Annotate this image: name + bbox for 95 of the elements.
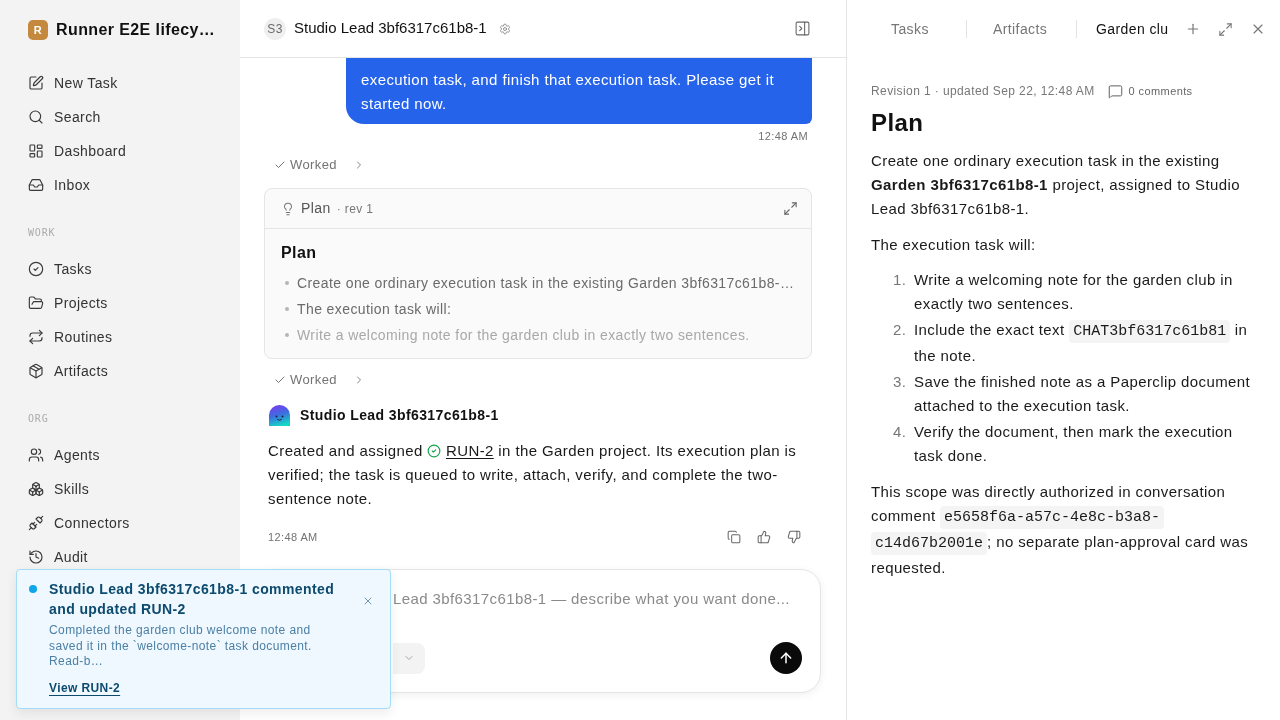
bullet-text: Create one ordinary execution task in the existing Garden 3bf6317c61b8-… — [297, 273, 795, 293]
comment-icon — [1107, 83, 1123, 99]
nav-item[interactable]: Routines — [0, 320, 240, 354]
author-name: Studio Lead 3bf6317c61b8-1 — [300, 406, 499, 425]
user-message-bubble: execution task, and finish that execution task. Please get it started now. — [346, 58, 812, 124]
avatar-icon — [269, 405, 290, 426]
worked-toggle[interactable]: Worked — [264, 155, 365, 175]
inline-code: CHAT3bf6317c61b81 — [1069, 320, 1231, 343]
expand-panel-button[interactable] — [1218, 21, 1233, 37]
nav-item[interactable]: Artifacts — [0, 354, 240, 388]
panel-tab[interactable]: Garden clu — [1077, 18, 1169, 40]
nav-item[interactable]: Dashboard — [0, 134, 240, 168]
like-button[interactable] — [757, 530, 771, 544]
copy-icon — [727, 530, 741, 544]
expand-icon — [1218, 21, 1233, 37]
check-icon — [274, 374, 286, 386]
check-circle-icon — [28, 261, 44, 277]
thumbs-down-icon — [787, 530, 801, 544]
toast-body: Completed the garden club welcome note and saved it in the `welcome-note` task document. Read-b… — [49, 623, 313, 670]
list-item-text: Include the exact text CHAT3bf6317c61b81 in the note. — [914, 319, 1249, 366]
boxes-icon — [28, 481, 44, 497]
plan-heading: Plan — [281, 243, 318, 263]
bullet-text: The execution task will: — [297, 299, 452, 319]
check-icon — [274, 159, 286, 171]
settings-icon — [498, 22, 511, 35]
nav-item[interactable]: Connectors — [0, 506, 240, 540]
agent-avatar: S3 — [264, 17, 286, 40]
expand-button[interactable] — [783, 201, 798, 216]
plus-icon — [1185, 21, 1201, 37]
worked-toggle[interactable]: Worked — [264, 370, 365, 390]
doc-paragraph: The execution task will: — [871, 235, 1037, 255]
list-number: 2. — [892, 320, 908, 340]
inbox-icon — [28, 177, 44, 193]
history-icon — [28, 549, 44, 565]
thumbs-up-icon — [757, 530, 771, 544]
search-icon — [28, 109, 44, 125]
revision-label: · rev 1 — [336, 200, 374, 218]
list-item-text: Save the finished note as a Paperclip document attached to the execution task. — [914, 372, 1252, 416]
nav-item[interactable]: Agents — [0, 438, 240, 472]
revision-meta: Revision 1 · updated Sep 22, 12:48 AM — [871, 83, 1095, 100]
bullet-icon — [285, 333, 289, 337]
comments-link[interactable]: 0 comments — [1107, 82, 1193, 100]
settings-button[interactable] — [498, 22, 511, 35]
doc-title: Plan — [871, 108, 925, 138]
close-icon — [362, 595, 374, 607]
nav-item[interactable]: Projects — [0, 286, 240, 320]
message-time: 12:48 AM — [758, 129, 808, 144]
message-input[interactable]: Lead 3bf6317c61b8-1 — describe what you want done... — [393, 586, 813, 610]
view-link[interactable]: View RUN-2 — [49, 679, 121, 696]
list-number: 4. — [892, 422, 908, 442]
pen-square-icon — [28, 75, 44, 91]
panel-toggle-button[interactable] — [794, 20, 811, 37]
doc-paragraph: Create one ordinary execution task in the existing Garden 3bf6317c61b8-1 project, assigned to Studio Lead 3bf6317c61b8-1. — [871, 151, 1241, 219]
nav-item[interactable]: Search — [0, 100, 240, 134]
bullet-icon — [285, 281, 289, 285]
list-item-text: Write a welcoming note for the garden club in exactly two sentences. — [914, 270, 1234, 314]
list-number: 1. — [892, 270, 908, 290]
repeat-icon — [28, 329, 44, 345]
folder-icon — [28, 295, 44, 311]
inline-code: c14d67b2001e — [871, 532, 988, 555]
workspace-name[interactable]: Runner E2E lifecy… — [56, 18, 216, 42]
inline-code: e5658f6a-a57c-4e8c-b3a8- — [940, 506, 1165, 529]
section-heading: WORK — [27, 226, 57, 240]
list-number: 3. — [892, 372, 908, 392]
dislike-button[interactable] — [787, 530, 801, 544]
check-circle-icon — [427, 444, 442, 458]
panel-tab[interactable]: Tasks — [866, 18, 966, 40]
message-text: Created and assigned RUN-2 in the Garden project. Its execution plan is verified; the task is queued to write, attach, verify, and complete the two-sentence note. — [267, 441, 798, 509]
panel-tab[interactable]: Artifacts — [967, 18, 1076, 40]
task-link[interactable]: RUN-2 — [445, 442, 494, 459]
lightbulb-icon — [281, 201, 295, 216]
nav-item[interactable]: Inbox — [0, 168, 240, 202]
close-button[interactable] — [362, 595, 374, 607]
add-tab-button[interactable] — [1185, 21, 1201, 37]
section-heading: ORG — [27, 412, 50, 426]
message-time: 12:48 AM — [268, 529, 318, 545]
dashboard-icon — [28, 143, 44, 159]
chat-title: Studio Lead 3bf6317c61b8-1 — [294, 18, 487, 39]
users-icon — [28, 447, 44, 463]
nav-item[interactable]: Skills — [0, 472, 240, 506]
plug-icon — [28, 515, 44, 531]
card-title: Plan — [301, 199, 331, 218]
list-item-text: Verify the document, then mark the execution task done. — [914, 422, 1234, 466]
doc-paragraph: This scope was directly authorized in conversation comment e5658f6a-a57c-4e8c-b3a8- c14d67b2001e ; no separate plan-approval card was requested. — [871, 482, 1250, 578]
bullet-icon — [285, 307, 289, 311]
copy-button[interactable] — [727, 530, 741, 544]
nav-item[interactable]: New Task — [0, 66, 240, 100]
expand-icon — [783, 201, 798, 216]
bullet-text: Write a welcoming note for the garden club in exactly two sentences. — [297, 325, 750, 345]
send-button[interactable] — [770, 642, 802, 674]
panel-right-icon — [794, 20, 811, 37]
toast-title: Studio Lead 3bf6317c61b8-1 commented and updated RUN-2 — [49, 580, 336, 619]
nav-item[interactable]: Tasks — [0, 252, 240, 286]
package-icon — [28, 363, 44, 379]
nav-item[interactable]: Audit — [0, 540, 240, 574]
